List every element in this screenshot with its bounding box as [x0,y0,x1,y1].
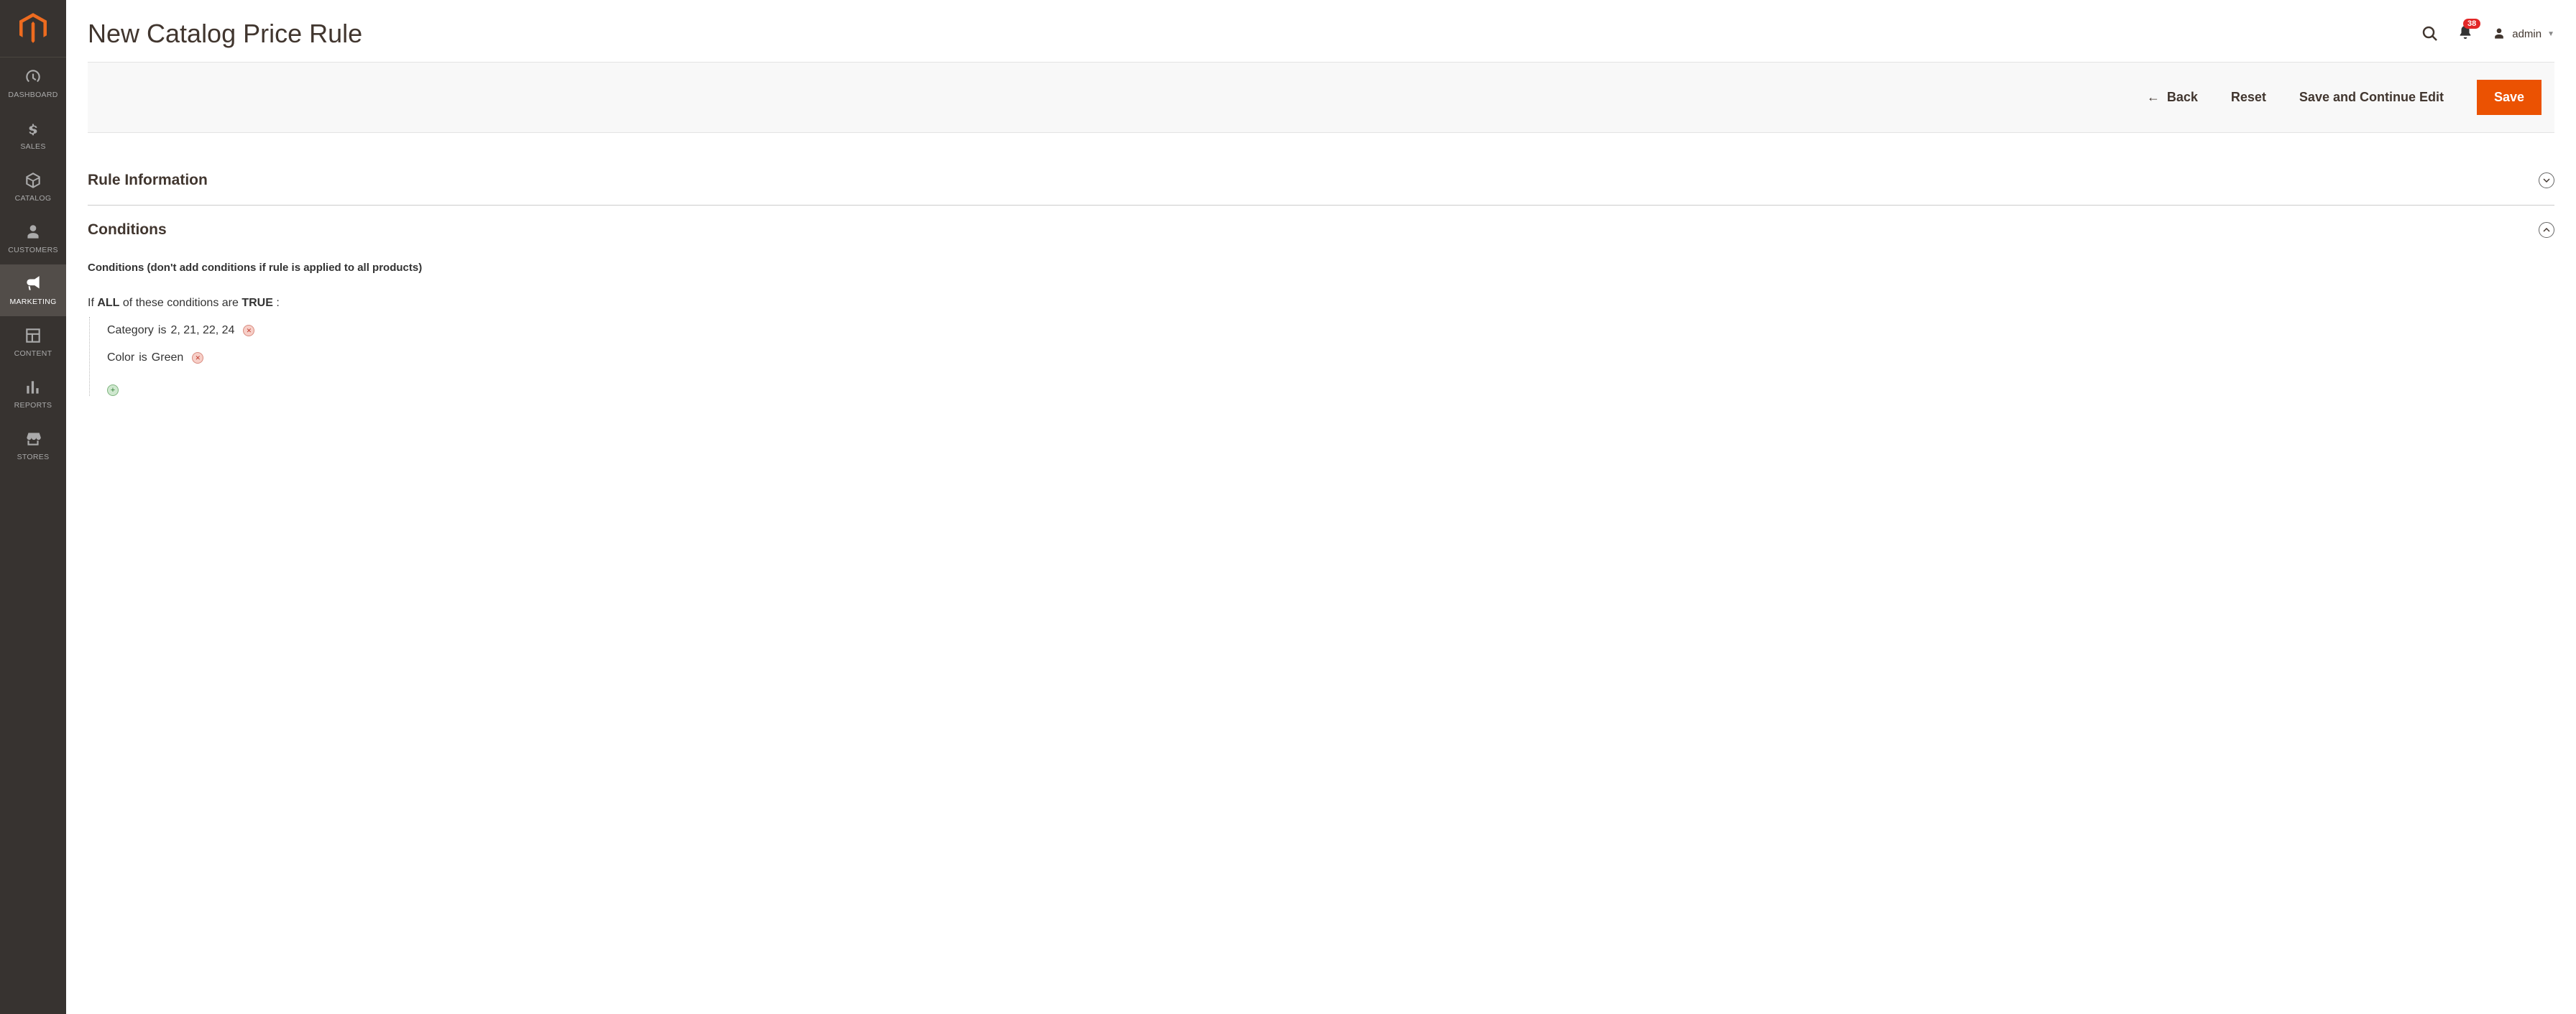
megaphone-icon [23,275,43,293]
sidebar-label: STORES [3,453,63,461]
sidebar-item-content[interactable]: CONTENT [0,316,66,368]
save-continue-button[interactable]: Save and Continue Edit [2299,90,2444,105]
remove-condition-button[interactable]: ✕ [243,325,254,336]
notifications-button[interactable]: 38 [2457,24,2473,44]
notification-badge: 38 [2463,19,2480,29]
sentence-mid: of these conditions are [119,297,242,309]
condition-operator[interactable]: is [139,351,147,364]
conditions-note: Conditions (don't add conditions if rule… [88,262,2554,274]
reset-label: Reset [2231,90,2266,105]
condition-value[interactable]: 2, 21, 22, 24 [170,324,234,337]
expand-icon [2539,172,2554,188]
save-continue-label: Save and Continue Edit [2299,90,2444,105]
top-actions: 38 admin ▼ [2421,24,2554,44]
condition-operator[interactable]: is [158,324,167,337]
sidebar-item-catalog[interactable]: CATALOG [0,161,66,213]
section-title: Rule Information [88,172,208,189]
storefront-icon [23,430,43,448]
sentence-prefix: If [88,297,97,309]
aggregator-selector[interactable]: ALL [97,297,119,309]
sidebar-item-reports[interactable]: REPORTS [0,368,66,420]
magento-logo[interactable] [0,0,66,57]
user-icon [2492,27,2506,41]
section-header-conditions[interactable]: Conditions [88,218,2554,241]
main-content: New Catalog Price Rule 38 admin ▼ ← [66,0,2576,1014]
condition-attribute[interactable]: Category [107,324,154,337]
arrow-left-icon: ← [2147,90,2160,105]
sidebar-label: SALES [3,142,63,151]
sidebar-item-customers[interactable]: CUSTOMERS [0,213,66,264]
conditions-root-sentence: If ALL of these conditions are TRUE : [88,297,2554,310]
sidebar-item-stores[interactable]: STORES [0,420,66,471]
chevron-down-icon: ▼ [2547,30,2554,38]
condition-row: Category is 2, 21, 22, 24 ✕ [107,317,2554,344]
section-rule-information: Rule Information [88,169,2554,206]
sentence-suffix: : [273,297,280,309]
condition-row: Color is Green ✕ [107,344,2554,372]
sidebar-label: CUSTOMERS [3,246,63,254]
box-icon [23,171,43,190]
search-icon[interactable] [2421,25,2439,42]
page-title: New Catalog Price Rule [88,19,2421,49]
conditions-body: Conditions (don't add conditions if rule… [88,241,2554,396]
user-menu[interactable]: admin ▼ [2492,27,2554,41]
dollar-icon [23,119,43,138]
sidebar-label: DASHBOARD [3,91,63,99]
sidebar-item-dashboard[interactable]: DASHBOARD [0,57,66,109]
reset-button[interactable]: Reset [2231,90,2266,105]
layout-icon [23,326,43,345]
sidebar-label: MARKETING [3,298,63,306]
admin-sidebar: DASHBOARD SALES CATALOG CUSTOMERS MARKET… [0,0,66,1014]
sidebar-label: CATALOG [3,194,63,203]
dashboard-icon [23,68,43,86]
bars-icon [23,378,43,397]
condition-attribute[interactable]: Color [107,351,134,364]
add-condition-button[interactable]: + [107,384,119,396]
back-label: Back [2167,90,2198,105]
collapse-icon [2539,222,2554,238]
person-icon [23,223,43,241]
condition-value[interactable]: Green [152,351,183,364]
section-title: Conditions [88,221,167,239]
section-conditions: Conditions Conditions (don't add conditi… [88,218,2554,409]
remove-condition-button[interactable]: ✕ [192,352,203,364]
back-button[interactable]: ← Back [2147,90,2198,105]
value-selector[interactable]: TRUE [242,297,273,309]
user-label: admin [2512,28,2542,40]
action-bar: ← Back Reset Save and Continue Edit Save [88,62,2554,133]
sidebar-item-sales[interactable]: SALES [0,109,66,161]
save-button[interactable]: Save [2477,80,2542,115]
conditions-tree: Category is 2, 21, 22, 24 ✕ Color is Gre… [89,317,2554,396]
sidebar-label: REPORTS [3,401,63,410]
sidebar-item-marketing[interactable]: MARKETING [0,264,66,316]
section-header-rule-information[interactable]: Rule Information [88,169,2554,192]
sidebar-label: CONTENT [3,349,63,358]
top-bar: New Catalog Price Rule 38 admin ▼ [88,0,2554,62]
